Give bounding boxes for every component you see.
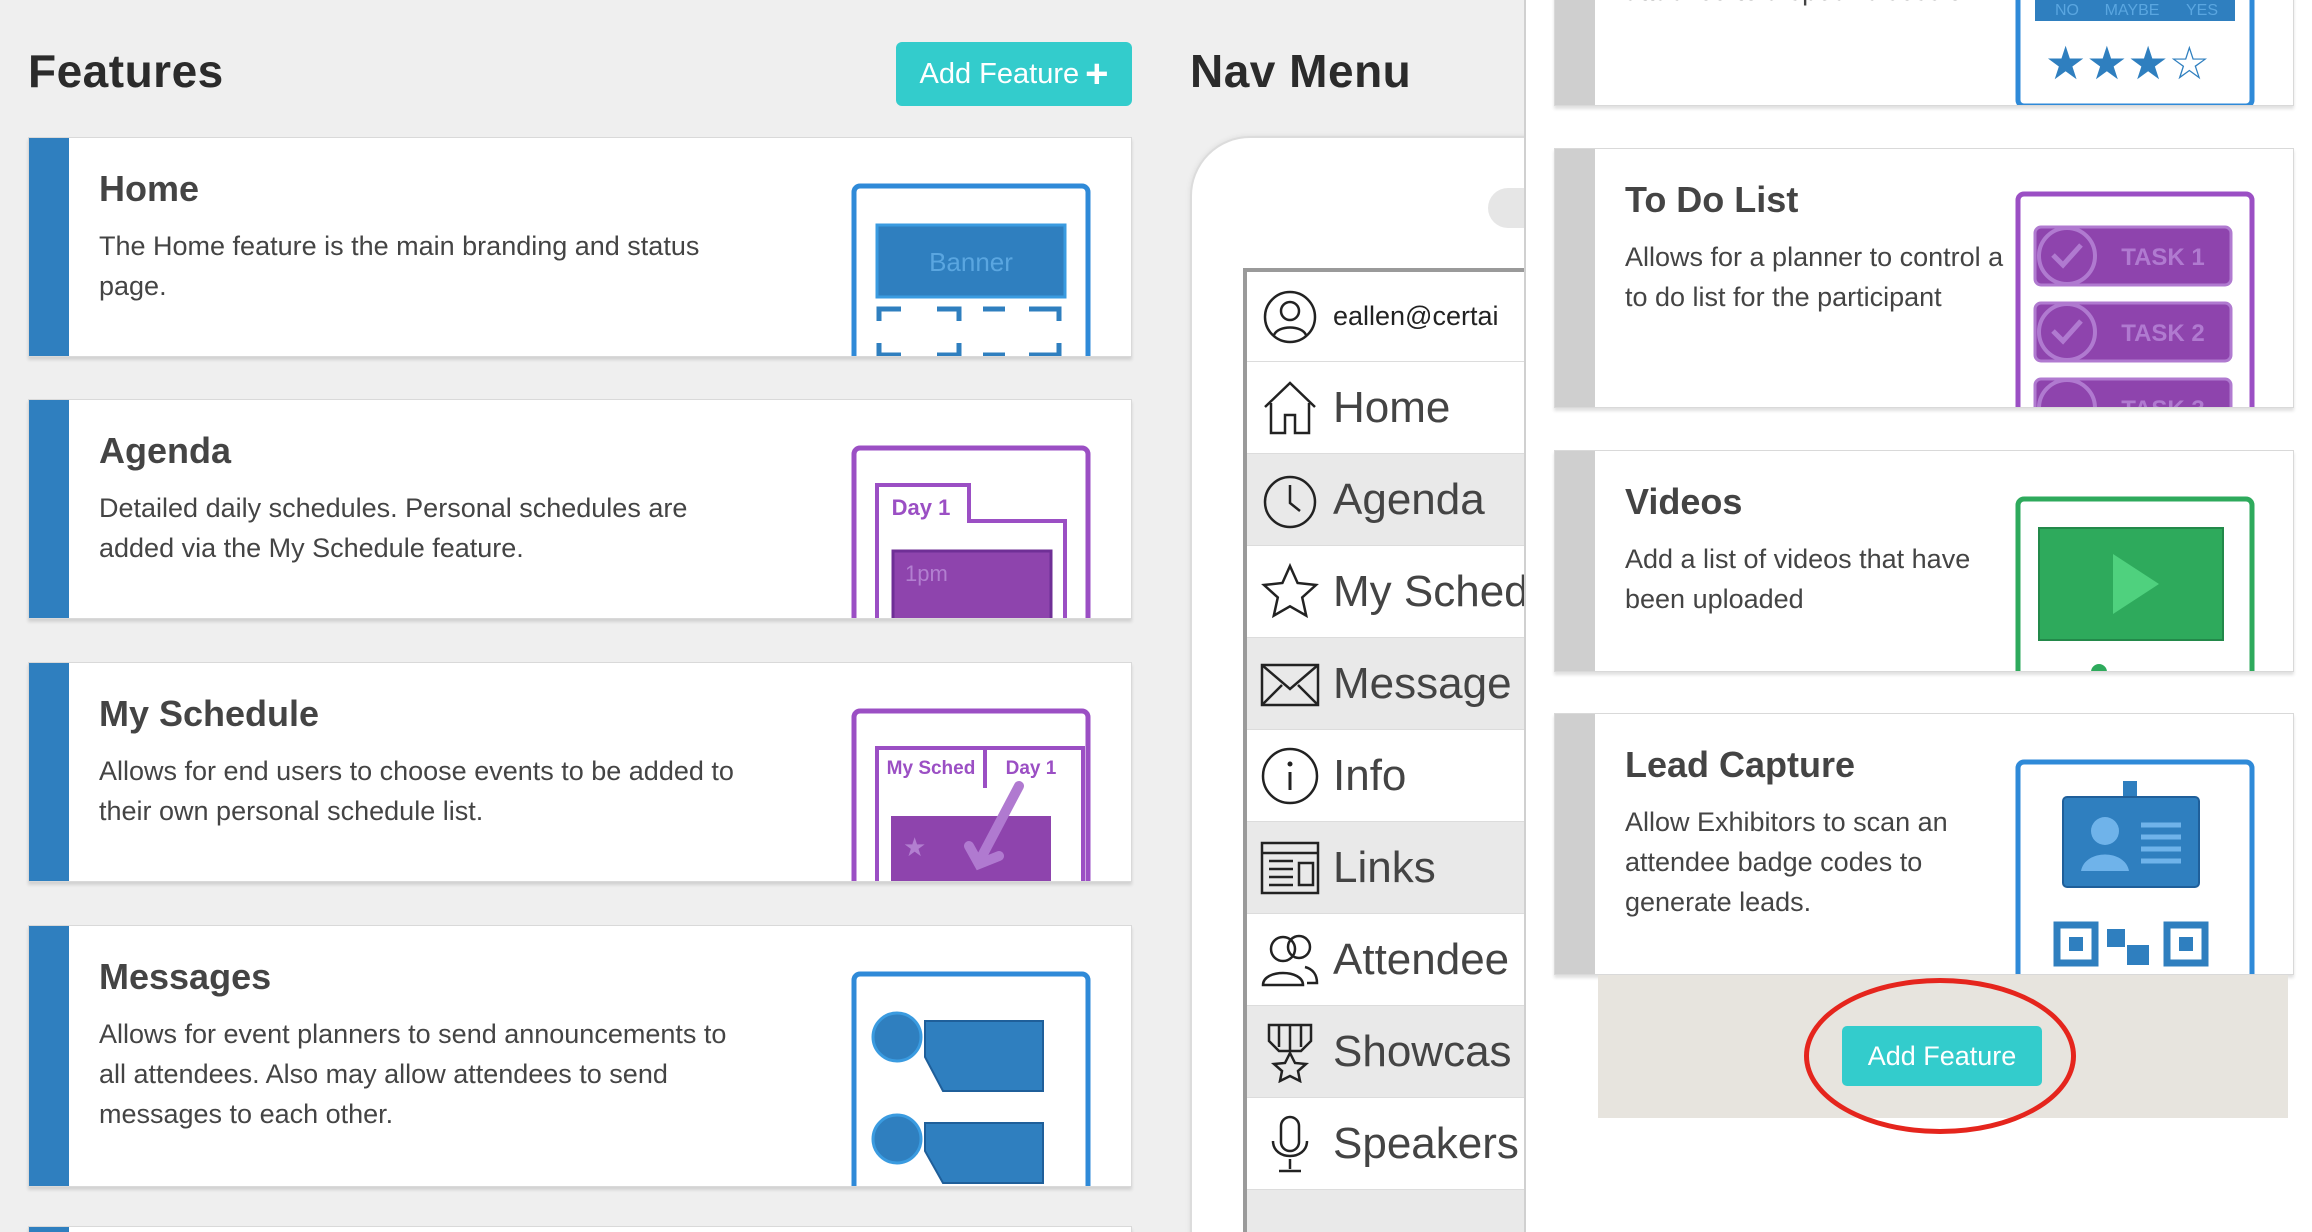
feature-card-agenda[interactable]: Agenda Detailed daily schedules. Persona… (28, 399, 1132, 619)
card-accent-bar (29, 663, 69, 881)
nav-item-label: Links (1333, 842, 1436, 892)
feature-title: Videos (1625, 481, 1743, 522)
user-icon (1247, 289, 1333, 345)
card-accent-bar (1555, 714, 1595, 974)
feature-card-rating[interactable]: attached to a specific session NO MAYBE … (1554, 0, 2294, 106)
feature-title: My Schedule (99, 693, 320, 734)
svg-text:★: ★ (903, 833, 926, 863)
task-label: TASK 3 (2121, 396, 2205, 408)
badge-scan-thumbnail-icon (2015, 759, 2255, 974)
my-sched-label: My Sched (887, 758, 976, 779)
feature-description: Allows for end users to choose events to… (99, 756, 734, 826)
nav-item-label: Agenda (1333, 474, 1485, 524)
feature-description: Detailed daily schedules. Personal sched… (99, 493, 688, 563)
card-accent-bar (29, 138, 69, 356)
feature-description: attached to a specific session (1625, 0, 2015, 11)
nav-item-label: Home (1333, 382, 1451, 432)
add-feature-label: Add Feature (919, 57, 1080, 90)
feature-card-my-schedule[interactable]: My Schedule Allows for end users to choo… (28, 662, 1132, 882)
my-schedule-thumbnail-icon: My Sched Day 1 ★ (851, 708, 1091, 881)
microphone-icon (1247, 1113, 1333, 1175)
envelope-icon (1247, 653, 1333, 715)
star-icon (1247, 561, 1333, 623)
task-label: TASK 2 (2121, 320, 2205, 347)
to-do-thumbnail-icon: TASK 1 TASK 2 TASK 3 (2015, 191, 2255, 408)
clock-icon (1247, 469, 1333, 531)
feature-description: Allow Exhibitors to scan an attendee bad… (1625, 807, 1948, 917)
card-accent-bar (1555, 451, 1595, 671)
rating-yes-label: YES (2186, 2, 2218, 19)
banner-label: Banner (929, 247, 1013, 277)
plus-icon: + (1085, 52, 1109, 96)
feature-description: Allows for event planners to send announ… (99, 1019, 727, 1129)
rating-no-label: NO (2055, 2, 2079, 19)
ribbon-icon (1247, 1021, 1333, 1083)
highlight-annotation-circle (1804, 978, 2076, 1134)
browser-icon (1247, 837, 1333, 899)
home-thumbnail-icon: Banner (851, 183, 1091, 356)
people-icon (1247, 929, 1333, 991)
svg-text:★★★☆: ★★★☆ (2045, 36, 2210, 90)
nav-item-label: Showcas (1333, 1026, 1512, 1076)
features-title: Features (28, 45, 224, 97)
info-icon (1247, 745, 1333, 807)
rating-maybe-label: MAYBE (2105, 2, 2160, 19)
videos-thumbnail-icon (2015, 496, 2255, 671)
feature-card-home[interactable]: Home The Home feature is the main brandi… (28, 137, 1132, 357)
add-feature-button[interactable]: Add Feature + (896, 42, 1132, 106)
nav-item-label: Info (1333, 750, 1407, 800)
nav-menu-title: Nav Menu (1190, 45, 1412, 97)
card-accent-bar (1555, 149, 1595, 407)
card-accent-bar (29, 926, 69, 1186)
nav-item-label: Attendee (1333, 934, 1510, 984)
feature-title: Lead Capture (1625, 744, 1856, 785)
nav-item-label: My Sched (1333, 566, 1529, 616)
nav-item-label: Speakers (1333, 1118, 1519, 1168)
feature-description: The Home feature is the main branding an… (99, 231, 700, 301)
nav-item-label: Message (1333, 658, 1512, 708)
feature-card-messages[interactable]: Messages Allows for event planners to se… (28, 925, 1132, 1187)
feature-description: Add a list of videos that have been uplo… (1625, 544, 1971, 614)
task-label: TASK 1 (2121, 244, 2205, 271)
card-accent-bar (29, 1227, 69, 1232)
messages-thumbnail-icon (851, 971, 1091, 1186)
feature-card-partial[interactable] (28, 1226, 1132, 1232)
card-accent-bar (1555, 0, 1595, 105)
agenda-thumbnail-icon: Day 1 1pm (851, 445, 1091, 618)
day-label: Day 1 (1006, 758, 1057, 779)
feature-description: Allows for a planner to control a to do … (1625, 242, 2004, 312)
card-accent-bar (29, 400, 69, 618)
feature-card-videos[interactable]: Videos Add a list of videos that have be… (1554, 450, 2294, 672)
feature-card-lead-capture[interactable]: Lead Capture Allow Exhibitors to scan an… (1554, 713, 2294, 975)
home-icon (1247, 377, 1333, 439)
rating-thumbnail-icon: NO MAYBE YES ★★★☆ (2015, 0, 2255, 105)
time-label: 1pm (905, 561, 948, 586)
user-email: eallen@certai (1333, 301, 1499, 331)
day-label: Day 1 (892, 495, 951, 520)
feature-title: Agenda (99, 430, 232, 471)
feature-card-to-do-list[interactable]: To Do List Allows for a planner to contr… (1554, 148, 2294, 408)
feature-title: To Do List (1625, 179, 1799, 220)
feature-title: Messages (99, 956, 272, 997)
feature-title: Home (99, 168, 200, 209)
